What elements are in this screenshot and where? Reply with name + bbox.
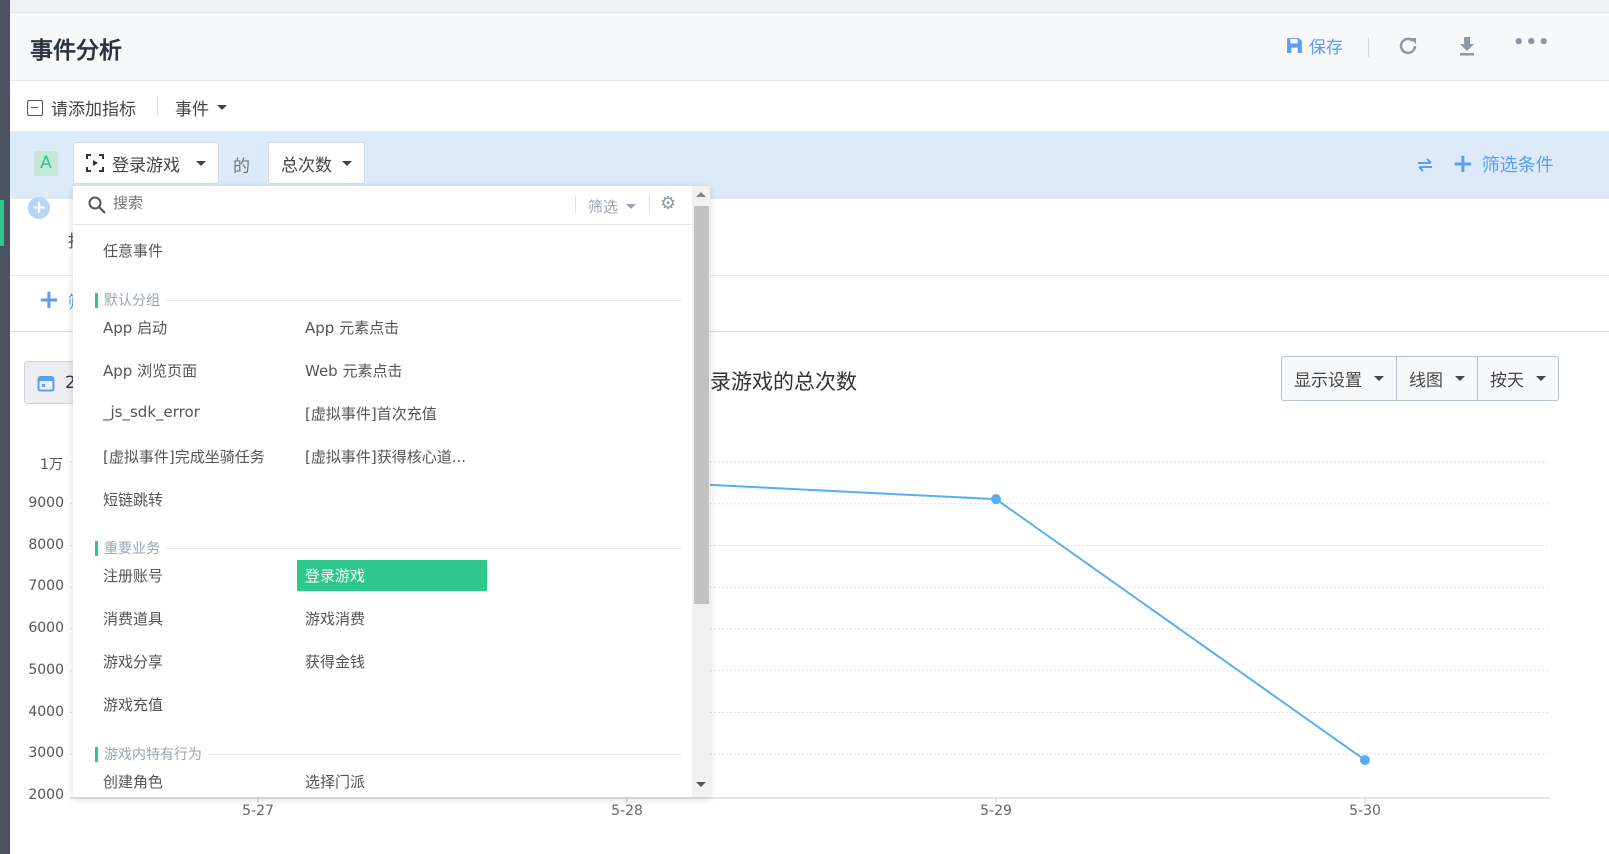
- y-tick-label: 2000: [28, 787, 64, 803]
- search-icon: [88, 196, 106, 214]
- x-tick-label: 5-30: [1349, 803, 1381, 819]
- y-tick-label: 6000: [28, 620, 64, 636]
- event-search-input[interactable]: [113, 194, 553, 212]
- event-group-header: 默认分组: [95, 290, 681, 310]
- y-tick-label: 3000: [28, 745, 64, 762]
- event-option[interactable]: [虚拟事件]获得核心道...: [305, 446, 466, 467]
- dropdown-filter-button[interactable]: 筛选: [588, 196, 637, 217]
- gear-icon[interactable]: ⚙: [660, 193, 676, 214]
- event-option[interactable]: App 浏览页面: [103, 360, 197, 381]
- scroll-up-icon[interactable]: [696, 192, 706, 197]
- y-tick-label: 1万: [40, 457, 63, 473]
- event-dropdown: 筛选 ⚙ 任意事件 默认分组 App 启动 App 元素点击 App 浏览页面 Web …: [73, 186, 710, 797]
- divider: [575, 196, 576, 214]
- dropdown-filter-label: 筛选: [588, 198, 619, 216]
- scrollbar-thumb[interactable]: [694, 206, 709, 604]
- y-tick-label: 9000: [28, 494, 64, 511]
- event-group-header: 游戏内特有行为: [95, 744, 681, 764]
- event-option[interactable]: 注册账号: [103, 565, 163, 586]
- group-name: 默认分组: [104, 293, 160, 309]
- data-point[interactable]: [991, 494, 1001, 505]
- event-option[interactable]: 选择门派: [305, 771, 365, 792]
- x-tick-label: 5-28: [611, 803, 643, 819]
- event-option[interactable]: 游戏分享: [103, 651, 163, 672]
- group-name: 游戏内特有行为: [104, 747, 202, 763]
- event-option[interactable]: 消费道具: [103, 608, 163, 629]
- event-option[interactable]: 任意事件: [103, 240, 163, 261]
- event-option[interactable]: [虚拟事件]首次充值: [305, 403, 437, 424]
- divider: [166, 299, 681, 301]
- caret-down-icon: [626, 204, 637, 209]
- y-tick-label: 5000: [28, 661, 64, 678]
- event-option[interactable]: [虚拟事件]完成坐骑任务: [103, 446, 265, 467]
- group-marker: [95, 540, 98, 556]
- x-tick-label: 5-27: [242, 803, 274, 819]
- event-option[interactable]: 创建角色: [103, 771, 163, 792]
- divider: [649, 196, 650, 214]
- event-option[interactable]: _js_sdk_error: [103, 403, 200, 421]
- x-tick-label: 5-29: [980, 803, 1012, 819]
- data-point[interactable]: [1360, 755, 1370, 766]
- dropdown-scrollbar[interactable]: [692, 186, 710, 797]
- y-tick-label: 7000: [28, 578, 64, 595]
- divider: [208, 753, 681, 755]
- event-option[interactable]: App 元素点击: [305, 317, 399, 338]
- group-marker: [95, 746, 98, 762]
- event-option-selected[interactable]: 登录游戏: [297, 560, 487, 591]
- dropdown-search-bar: 筛选 ⚙: [73, 186, 692, 225]
- event-option[interactable]: 游戏充值: [103, 694, 163, 715]
- event-group-header: 重要业务: [95, 538, 681, 558]
- y-tick-label: 4000: [28, 703, 64, 720]
- group-marker: [95, 292, 98, 308]
- scroll-down-icon[interactable]: [696, 782, 706, 787]
- group-name: 重要业务: [104, 541, 160, 557]
- y-tick-label: 8000: [28, 536, 64, 553]
- divider: [166, 547, 681, 549]
- event-option[interactable]: 游戏消费: [305, 608, 365, 629]
- event-option[interactable]: Web 元素点击: [305, 360, 402, 381]
- event-option[interactable]: 短链跳转: [103, 489, 163, 510]
- event-option[interactable]: 获得金钱: [305, 651, 365, 672]
- event-option[interactable]: App 启动: [103, 317, 167, 338]
